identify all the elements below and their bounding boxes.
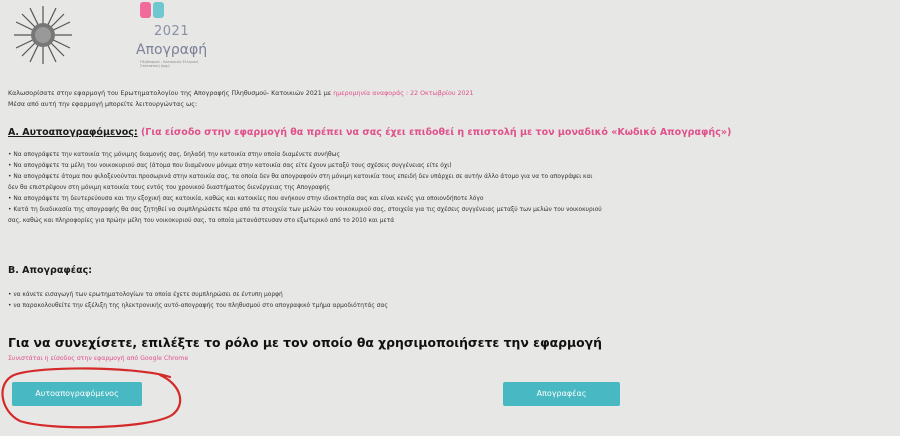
section-a-bullet: • Να απογράψετε άτομα που φιλοξενούνται … [8,174,593,180]
role-selection-prompt: Για να συνεχίσετε, επιλέξτε το ρόλο με τ… [8,335,602,350]
section-b-bullet: • να κάνετε εισαγωγή των ερωτηματολογίων… [8,292,283,298]
hellenic-statistical-emblem-icon [14,6,72,64]
section-a-bullet: δεν θα επιστρέψουν στη μόνιμη κατοικία τ… [8,185,331,191]
section-a-bullet: • Να απογράψετε τη δευτερεύουσα και την … [8,196,484,202]
census-logo-mark-icon [140,2,164,18]
census-logo-name: Απογραφή [136,42,208,58]
section-a-bullet: σας, καθώς και πληροφορίες για πρώην μέλ… [8,218,395,224]
section-a-bullet: • Να απογράψετε τα μέλη του νοικοκυριού … [8,163,452,169]
section-b-heading: Β. Απογραφέας: [8,265,93,276]
section-a-heading: Α. Αυτοαπογραφόμενος: (Για είσοδο στην ε… [8,127,731,138]
section-a-title: Α. Αυτοαπογραφόμενος: [8,127,138,138]
section-b-bullet: • να παρακολουθείτε την εξέλιξη της ηλεκ… [8,303,388,309]
section-a-bullet: • Κατά τη διαδικασία της απογραφής θα σα… [8,207,602,213]
intro-line-1: Καλωσορίσατε στην εφαρμογή του Ερωτηματο… [8,90,474,97]
enumerator-button[interactable]: Απογραφέας [503,382,620,406]
section-a-note: (Για είσοδο στην εφαρμογή θα πρέπει να σ… [140,127,732,138]
census-logo-year: 2021 [154,24,190,39]
intro-line-2: Μέσα από αυτή την εφαρμογή μπορείτε λειτ… [8,101,198,108]
reference-date-text: ημερομηνία αναφοράς : 22 Οκτωβρίου 2021 [333,90,474,97]
census-logo-subtitle: Πληθυσμού - Κατοικιών Ελληνική Στατιστικ… [140,60,199,68]
intro-welcome-text: Καλωσορίσατε στην εφαρμογή του Ερωτηματο… [8,90,332,97]
section-a-bullet: • Να απογράψετε την κατοικία της μόνιμης… [8,152,340,158]
census-2021-logo: 2021 Απογραφή Πληθυσμού - Κατοικιών Ελλη… [128,2,207,70]
red-circle-annotation-icon [1,367,182,429]
browser-recommendation: Συνιστάται η είσοδος στην εφαρμογή από G… [8,355,189,362]
